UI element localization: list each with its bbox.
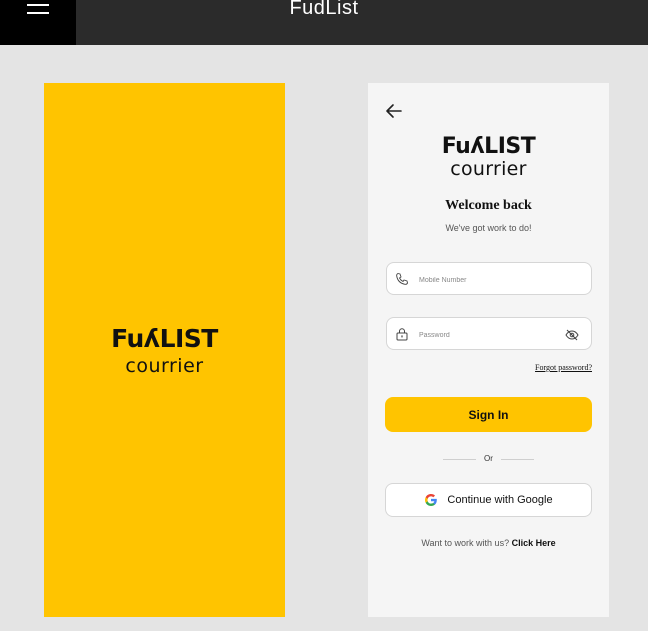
google-icon bbox=[425, 494, 438, 506]
password-field[interactable] bbox=[386, 317, 592, 350]
brand-logo: FuʎLIST bbox=[44, 326, 285, 351]
work-with-us-row: Want to work with us? Click Here bbox=[368, 538, 609, 548]
eye-off-icon[interactable] bbox=[565, 328, 579, 342]
login-logo: FuʎLIST courrier bbox=[368, 136, 609, 179]
or-divider: Or bbox=[368, 453, 609, 465]
app-title: FudList bbox=[289, 0, 359, 19]
password-input[interactable] bbox=[417, 325, 561, 345]
or-label: Or bbox=[484, 454, 493, 463]
lock-icon bbox=[396, 328, 408, 341]
welcome-title: Welcome back bbox=[445, 198, 532, 213]
splash-screen-panel: FuʎLIST courrier bbox=[44, 83, 285, 617]
brand-logo-text: FuʎLIST bbox=[111, 324, 218, 353]
login-screen-panel: FuʎLIST courrier Welcome back We've got … bbox=[368, 83, 609, 617]
mobile-number-input[interactable] bbox=[417, 270, 561, 290]
brand-subtitle: courrier bbox=[450, 158, 527, 180]
continue-with-google-button[interactable]: Continue with Google bbox=[385, 483, 592, 517]
brand-logo: FuʎLIST bbox=[368, 136, 609, 158]
sign-in-button[interactable]: Sign In bbox=[385, 397, 592, 432]
brand-subtitle: courrier bbox=[125, 355, 204, 377]
mobile-number-field[interactable] bbox=[386, 262, 592, 295]
google-button-label: Continue with Google bbox=[447, 494, 553, 506]
click-here-link[interactable]: Click Here bbox=[512, 538, 556, 548]
welcome-subtitle: We've got work to do! bbox=[445, 223, 532, 233]
top-app-bar: FudList bbox=[0, 0, 648, 45]
brand-logo-text: FuʎLIST bbox=[441, 134, 536, 159]
work-prompt: Want to work with us? bbox=[421, 538, 510, 548]
arrow-left-icon[interactable] bbox=[384, 101, 404, 121]
forgot-password-link[interactable]: Forgot password? bbox=[535, 363, 592, 372]
phone-icon bbox=[396, 273, 408, 285]
splash-logo: FuʎLIST courrier bbox=[44, 326, 285, 376]
